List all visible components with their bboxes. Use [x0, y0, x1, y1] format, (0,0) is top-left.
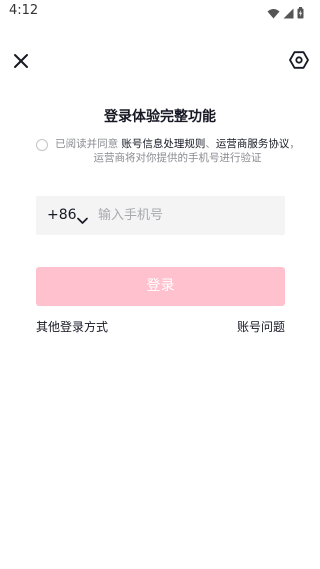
agreement-prefix: 已阅读并同意	[55, 138, 122, 150]
page-title: 登录体验完整功能	[104, 109, 216, 125]
status-icons	[267, 4, 304, 23]
wifi-icon	[267, 4, 280, 23]
agreement-checkbox[interactable]	[36, 139, 48, 151]
agreement-separator: 、	[205, 138, 216, 150]
country-code-selector[interactable]: +86	[47, 207, 77, 223]
agreement-text: 已阅读并同意 账号信息处理规则、运营商服务协议，运营商将对你提供的手机号进行验证	[55, 137, 300, 165]
account-rules-link[interactable]: 账号信息处理规则	[121, 138, 205, 150]
operator-agreement-link[interactable]: 运营商服务协议	[216, 138, 290, 150]
status-time: 4:12	[9, 3, 39, 18]
close-icon	[10, 54, 32, 76]
battery-icon	[297, 4, 304, 23]
other-login-methods-link[interactable]: 其他登录方式	[36, 318, 108, 335]
agreement-section: 已阅读并同意 账号信息处理规则、运营商服务协议，运营商将对你提供的手机号进行验证	[36, 137, 300, 165]
cellular-signal-icon	[283, 4, 294, 23]
settings-button[interactable]	[288, 49, 310, 71]
settings-hexagon-icon	[288, 51, 310, 75]
close-button[interactable]	[10, 50, 32, 72]
phone-number-input[interactable]	[98, 204, 278, 226]
chevron-down-icon[interactable]	[77, 210, 88, 224]
status-bar: 4:12	[0, 0, 320, 24]
account-issue-link[interactable]: 账号问题	[237, 318, 285, 335]
phone-field: +86	[36, 196, 285, 235]
login-button[interactable]: 登录	[36, 267, 285, 306]
